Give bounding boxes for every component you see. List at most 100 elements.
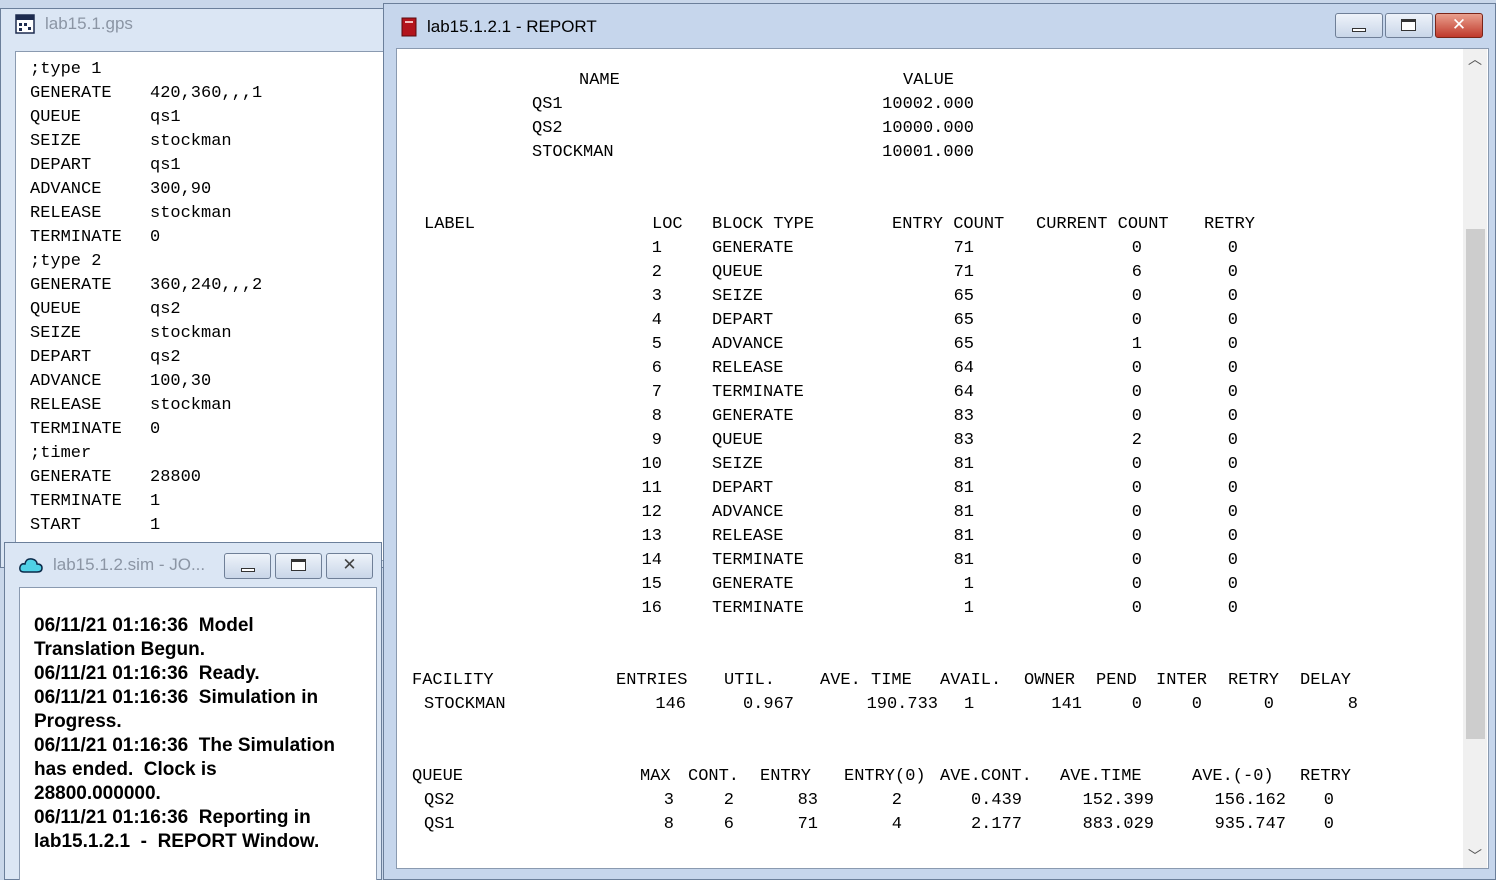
block-entry: 71 [953,263,974,282]
block-type: DEPART [712,479,774,498]
close-button[interactable]: ✕ [1435,13,1483,38]
blocks-header-loc: LOC [652,215,683,234]
gps-file-icon [15,14,35,34]
code-keyword: GENERATE [30,468,112,487]
facility-header-cell: ENTRIES [616,671,688,690]
journal-line: 06/11/21 01:16:36 Simulation in [34,687,319,708]
queue-cell: 2.177 [970,815,1022,834]
queue-cell: 83 [797,791,818,810]
journal-line: 06/11/21 01:16:36 Model [34,615,254,636]
block-current: 1 [1131,335,1142,354]
block-type: ADVANCE [712,503,784,522]
facility-header-cell: AVAIL. [940,671,1002,690]
vertical-scrollbar[interactable]: ︿ ﹀ [1463,49,1487,868]
block-current: 0 [1131,407,1142,426]
block-type: DEPART [712,311,774,330]
close-icon: ✕ [1451,15,1467,35]
queue-cell: 935.747 [1214,815,1286,834]
value-cell: 10000.000 [882,119,974,138]
scroll-up-icon[interactable]: ︿ [1463,49,1487,71]
close-icon: ✕ [342,555,357,575]
close-button[interactable]: ✕ [326,553,373,579]
facility-cell: 0.967 [742,695,794,714]
block-retry: 0 [1227,239,1238,258]
queue-cell: 152.399 [1082,791,1154,810]
block-loc: 4 [651,311,662,330]
block-loc: 10 [641,455,662,474]
block-type: GENERATE [712,239,794,258]
sim-journal-body[interactable]: 06/11/21 01:16:36 Model Translation Begun… [19,587,377,880]
block-retry: 0 [1227,359,1238,378]
block-loc: 13 [641,527,662,546]
block-entry: 65 [953,335,974,354]
report-icon [401,17,417,37]
gps-titlebar[interactable]: lab15.1.gps [1,9,384,39]
maximize-button[interactable] [1385,13,1433,38]
code-operand: 0 [150,228,161,247]
scrollbar-thumb[interactable] [1466,229,1485,739]
maximize-button[interactable] [275,553,322,579]
blocks-header-entry: ENTRY COUNT [892,215,1005,234]
code-keyword: ADVANCE [30,180,102,199]
journal-line: has ended. Clock is [34,759,217,780]
sim-window-title: lab15.1.2.sim - JO... [53,555,206,574]
queue-header-cell: CONT. [688,767,740,786]
code-keyword: QUEUE [30,108,82,127]
blocks-header-type: BLOCK TYPE [712,215,815,234]
blocks-header-label: LABEL [424,215,476,234]
minimize-button[interactable] [224,553,271,579]
block-retry: 0 [1227,575,1238,594]
block-current: 0 [1131,359,1142,378]
code-keyword: ;type 1 [30,60,102,79]
gps-model-window[interactable]: lab15.1.gps ;type 1 GENERATE 420,360,,,1 QU… [0,8,385,568]
code-operand: 360,240,,,2 [150,276,263,295]
block-retry: 0 [1227,311,1238,330]
code-keyword: GENERATE [30,84,112,103]
block-entry: 81 [953,455,974,474]
simulation-journal-window[interactable]: lab15.1.2.sim - JO... ✕ 06/11/21 01:16:3… [4,542,382,880]
code-keyword: TERMINATE [30,420,122,439]
block-loc: 12 [641,503,662,522]
block-current: 0 [1131,575,1142,594]
block-retry: 0 [1227,407,1238,426]
queue-cell: 2 [891,791,902,810]
block-current: 0 [1131,551,1142,570]
block-loc: 7 [651,383,662,402]
code-keyword: RELEASE [30,204,102,223]
journal-log: 06/11/21 01:16:36 Model Translation Begun… [34,614,370,854]
queue-cell: QS2 [424,791,455,810]
block-current: 0 [1131,287,1142,306]
blocks-header-retry: RETRY [1204,215,1256,234]
block-type: SEIZE [712,287,764,306]
block-type: ADVANCE [712,335,784,354]
value-cell: 10001.000 [882,143,974,162]
gps-code-editor[interactable]: ;type 1 GENERATE 420,360,,,1 QUEUE qs1 SEIZE s… [15,51,384,561]
code-operand: stockman [150,204,232,223]
names-header-name: NAME [579,71,620,90]
queue-cell: 4 [891,815,902,834]
report-window[interactable]: lab15.1.2.1 - REPORT ✕ ︿ ﹀ NAME VALUE QS1 1… [383,3,1496,880]
block-entry: 1 [963,599,974,618]
block-current: 0 [1131,527,1142,546]
journal-line: Translation Begun. [34,639,206,660]
code-keyword: GENERATE [30,276,112,295]
block-type: SEIZE [712,455,764,474]
code-keyword: ADVANCE [30,372,102,391]
report-content[interactable]: ︿ ﹀ NAME VALUE QS1 10002.000 QS2 10000.000 STO… [396,48,1489,869]
block-retry: 0 [1227,431,1238,450]
block-entry: 71 [953,239,974,258]
queue-header-cell: AVE.CONT. [940,767,1032,786]
report-titlebar[interactable]: lab15.1.2.1 - REPORT [384,4,1495,50]
block-current: 0 [1131,311,1142,330]
minimize-button[interactable] [1335,13,1383,38]
scroll-down-icon[interactable]: ﹀ [1463,846,1487,868]
code-operand: qs1 [150,108,181,127]
code-operand: qs2 [150,300,181,319]
block-retry: 0 [1227,599,1238,618]
queue-cell: 883.029 [1082,815,1154,834]
facility-header-cell: DELAY [1300,671,1352,690]
code-operand: 1 [150,516,161,535]
block-type: TERMINATE [712,599,804,618]
facility-cell: 141 [1051,695,1082,714]
block-current: 0 [1131,599,1142,618]
